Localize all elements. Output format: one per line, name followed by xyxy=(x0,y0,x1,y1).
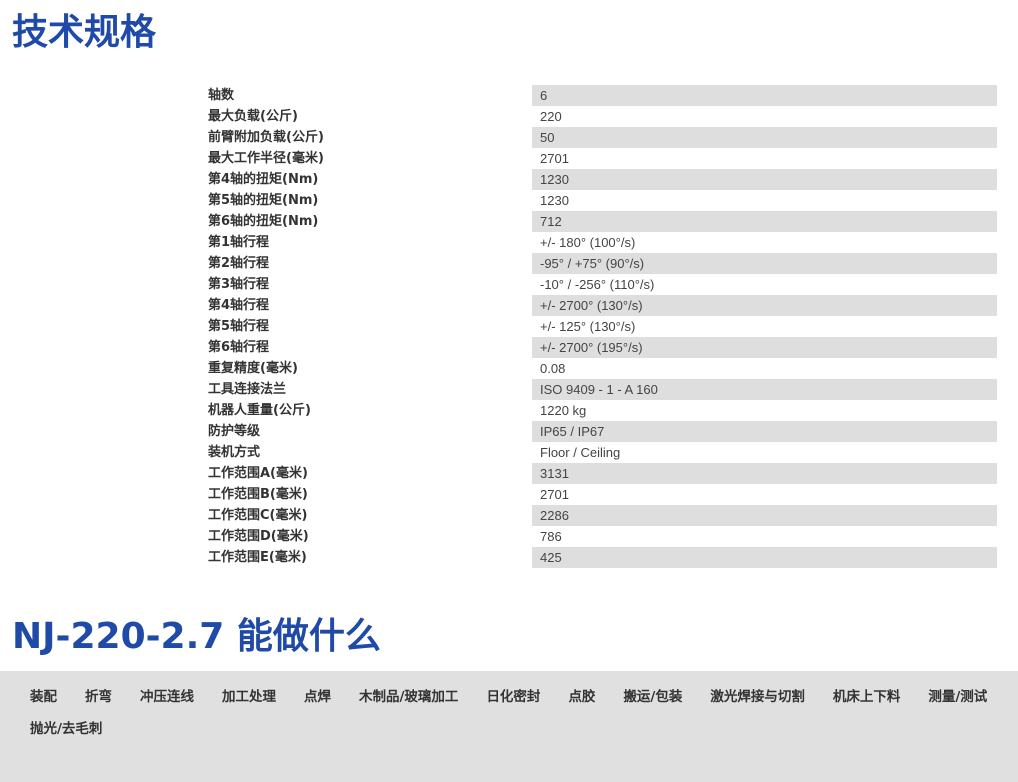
application-link[interactable]: 点焊 xyxy=(290,687,345,708)
spec-value: -95° / +75° (90°/s) xyxy=(532,253,997,274)
spec-row: 第1轴行程 +/- 180° (100°/s) xyxy=(200,232,997,253)
spec-label: 第5轴行程 xyxy=(208,319,270,334)
spec-row: 第2轴行程 -95° / +75° (90°/s) xyxy=(200,253,997,274)
spec-label: 防护等级 xyxy=(208,424,261,439)
spec-value: +/- 180° (100°/s) xyxy=(540,235,636,250)
spec-row: 重复精度(毫米) 0.08 xyxy=(200,358,997,379)
spec-value: 0.08 xyxy=(540,361,566,376)
spec-value: 2701 xyxy=(540,151,569,166)
spec-row: 第4轴的扭矩(Nm) 1230 xyxy=(200,169,997,190)
applications-section-title: NJ-220-2.7 能做什么 xyxy=(12,616,381,657)
spec-row: 最大负载(公斤) 220 xyxy=(200,106,997,127)
application-link[interactable]: 折弯 xyxy=(71,687,126,708)
spec-label: 工作范围E(毫米) xyxy=(208,550,307,565)
spec-value: 1230 xyxy=(532,169,997,190)
spec-row: 第4轴行程 +/- 2700° (130°/s) xyxy=(200,295,997,316)
spec-value: 425 xyxy=(532,547,997,568)
spec-section-title: 技术规格 xyxy=(12,12,157,53)
spec-row: 第3轴行程 -10° / -256° (110°/s) xyxy=(200,274,997,295)
application-link[interactable]: 装配 xyxy=(16,687,71,708)
spec-value: 712 xyxy=(532,211,997,232)
spec-value: +/- 2700° (195°/s) xyxy=(532,337,997,358)
spec-label: 第3轴行程 xyxy=(208,277,270,292)
spec-row: 工作范围D(毫米) 786 xyxy=(200,526,997,547)
spec-value: 50 xyxy=(532,127,997,148)
spec-value: 6 xyxy=(532,85,997,106)
spec-label: 第2轴行程 xyxy=(208,256,270,271)
spec-value: ISO 9409 - 1 - A 160 xyxy=(532,379,997,400)
spec-label: 重复精度(毫米) xyxy=(208,361,298,376)
spec-row: 机器人重量(公斤) 1220 kg xyxy=(200,400,997,421)
spec-label: 工作范围C(毫米) xyxy=(208,508,308,523)
spec-row: 轴数 6 xyxy=(200,85,997,106)
spec-value: 1220 kg xyxy=(540,403,587,418)
spec-row: 第5轴行程 +/- 125° (130°/s) xyxy=(200,316,997,337)
spec-value: -10° / -256° (110°/s) xyxy=(540,277,655,292)
application-link[interactable]: 点胶 xyxy=(554,687,609,708)
spec-value: +/- 125° (130°/s) xyxy=(540,319,636,334)
application-link[interactable]: 冲压连线 xyxy=(126,687,208,708)
application-link[interactable]: 加工处理 xyxy=(208,687,290,708)
applications-list: 装配 折弯 冲压连线 加工处理 点焊 木制品/玻璃加工 日化密封 点胶 搬运/包装 激光焊接与切割… xyxy=(16,687,1018,740)
spec-label: 工作范围A(毫米) xyxy=(208,466,308,481)
spec-table: 轴数 6 最大负载(公斤) 220 前臂附加负载(公斤) 50 最大工作半径(毫米) 2701… xyxy=(200,85,997,568)
spec-label: 轴数 xyxy=(208,88,235,103)
spec-value: Floor / Ceiling xyxy=(540,445,621,460)
spec-label: 机器人重量(公斤) xyxy=(208,403,311,418)
spec-row: 工作范围B(毫米) 2701 xyxy=(200,484,997,505)
spec-label: 最大工作半径(毫米) xyxy=(208,151,324,166)
spec-row: 工作范围E(毫米) 425 xyxy=(200,547,997,568)
spec-row: 工具连接法兰 ISO 9409 - 1 - A 160 xyxy=(200,379,997,400)
spec-value: 786 xyxy=(540,529,562,544)
application-link[interactable]: 木制品/玻璃加工 xyxy=(345,687,472,708)
spec-value: 2286 xyxy=(532,505,997,526)
application-link[interactable]: 激光焊接与切割 xyxy=(696,687,819,708)
applications-panel: 装配 折弯 冲压连线 加工处理 点焊 木制品/玻璃加工 日化密封 点胶 搬运/包装 激光焊接与切割… xyxy=(0,671,1018,782)
application-link[interactable]: 搬运/包装 xyxy=(609,687,696,708)
spec-row: 第6轴的扭矩(Nm) 712 xyxy=(200,211,997,232)
application-link[interactable]: 机床上下料 xyxy=(819,687,915,708)
spec-label: 第5轴的扭矩(Nm) xyxy=(208,193,319,208)
application-link[interactable]: 日化密封 xyxy=(472,687,554,708)
spec-label: 工作范围B(毫米) xyxy=(208,487,308,502)
spec-row: 装机方式 Floor / Ceiling xyxy=(200,442,997,463)
spec-label: 第4轴的扭矩(Nm) xyxy=(208,172,319,187)
spec-row: 防护等级 IP65 / IP67 xyxy=(200,421,997,442)
spec-label: 工作范围D(毫米) xyxy=(208,529,309,544)
spec-label: 第6轴行程 xyxy=(208,340,270,355)
spec-value: 1230 xyxy=(540,193,569,208)
spec-value: IP65 / IP67 xyxy=(532,421,997,442)
spec-value: 220 xyxy=(540,109,562,124)
spec-row: 前臂附加负载(公斤) 50 xyxy=(200,127,997,148)
spec-row: 第6轴行程 +/- 2700° (195°/s) xyxy=(200,337,997,358)
spec-label: 工具连接法兰 xyxy=(208,382,287,397)
spec-label: 前臂附加负载(公斤) xyxy=(208,130,324,145)
spec-label: 装机方式 xyxy=(208,445,261,460)
spec-value: 2701 xyxy=(540,487,569,502)
application-link[interactable]: 抛光/去毛刺 xyxy=(16,719,116,740)
spec-label: 第6轴的扭矩(Nm) xyxy=(208,214,319,229)
spec-row: 第5轴的扭矩(Nm) 1230 xyxy=(200,190,997,211)
spec-label: 第1轴行程 xyxy=(208,235,270,250)
spec-value: 3131 xyxy=(532,463,997,484)
spec-row: 工作范围C(毫米) 2286 xyxy=(200,505,997,526)
spec-row: 最大工作半径(毫米) 2701 xyxy=(200,148,997,169)
spec-label: 第4轴行程 xyxy=(208,298,270,313)
spec-row: 工作范围A(毫米) 3131 xyxy=(200,463,997,484)
application-link[interactable]: 测量/测试 xyxy=(914,687,1001,708)
spec-value: +/- 2700° (130°/s) xyxy=(532,295,997,316)
spec-label: 最大负载(公斤) xyxy=(208,109,298,124)
